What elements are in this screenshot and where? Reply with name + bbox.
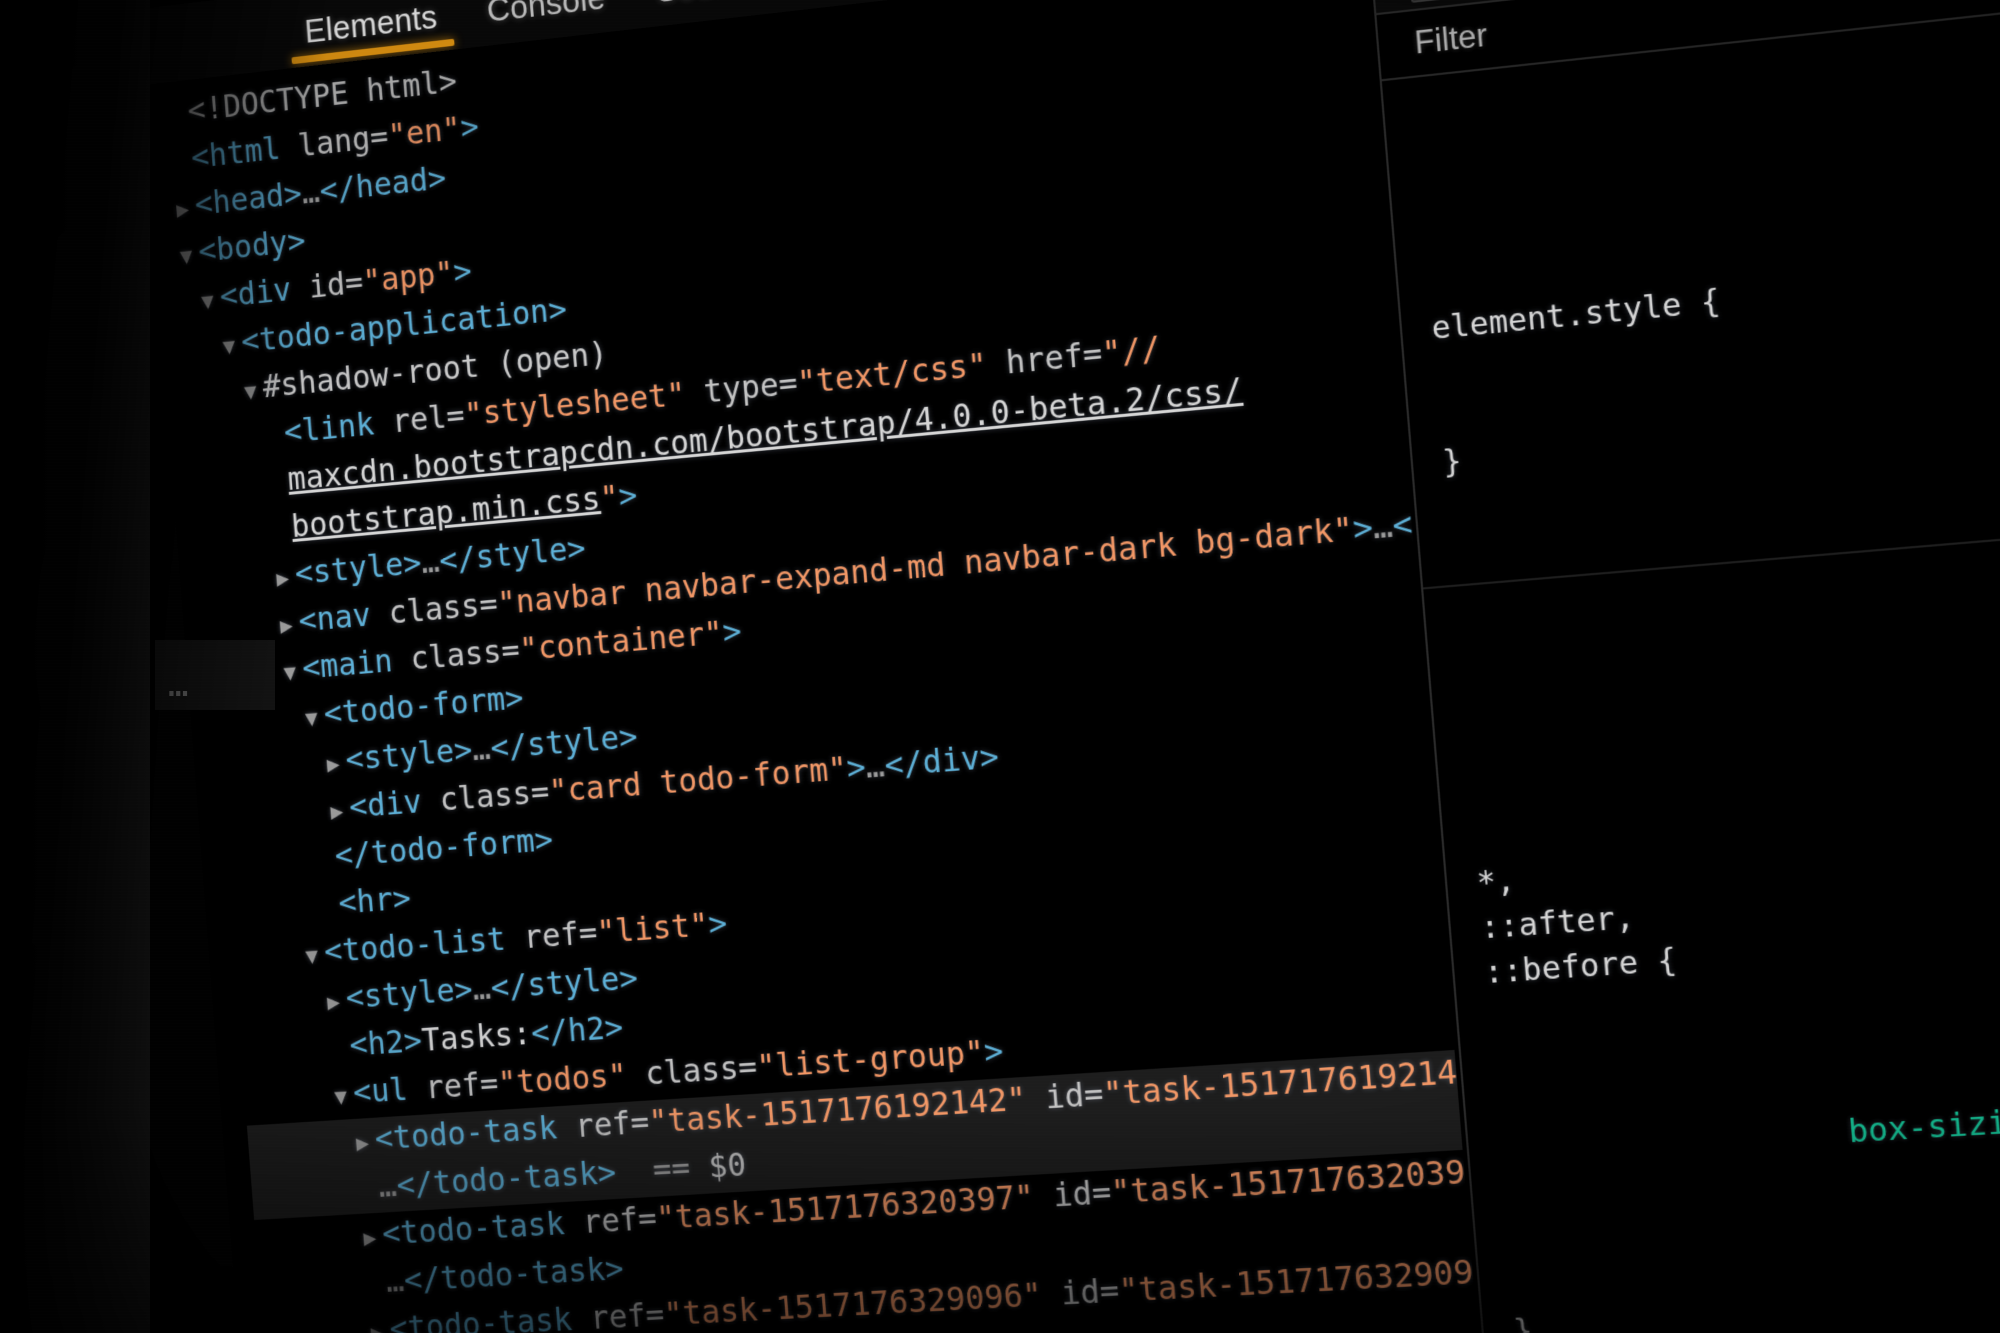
indent-spacer — [247, 1123, 357, 1165]
monitor-bezel-left — [0, 0, 150, 1333]
dom-token-attrn: id= — [1033, 1174, 1113, 1215]
css-rule-element-style[interactable]: element.style { } — [1393, 124, 2000, 589]
indent-spacer — [200, 511, 274, 553]
indent-spacer — [229, 887, 321, 929]
dom-token-tag: > — [459, 109, 480, 147]
monitor-screen: u ElementsConsoleSourcesApplicationNetwo… — [135, 0, 2000, 1333]
indent-spacer — [193, 417, 267, 459]
css-selector[interactable]: *, ::after, ::before { — [1475, 800, 2000, 996]
dom-token-tag: </todo-task> — [403, 1251, 625, 1299]
indent-spacer — [233, 936, 307, 976]
dom-token-attrn: ref= — [581, 1201, 658, 1241]
dom-token-tag: <main — [301, 642, 412, 687]
indent-spacer — [244, 1077, 336, 1118]
indent-spacer — [218, 744, 328, 788]
dom-token-tag: > — [707, 906, 728, 943]
dom-token-attrn: rel= — [391, 398, 466, 441]
indent-spacer — [254, 1218, 364, 1260]
dom-token-attrn: ref= — [589, 1297, 666, 1333]
devtools-window: ElementsConsoleSourcesApplicationNetwork… — [137, 0, 2000, 1333]
dom-token-val: "// — [1101, 330, 1162, 372]
dom-token-val: "app" — [362, 255, 455, 300]
css-rule-close: } — [1441, 362, 2000, 485]
dom-token-attrn: type= — [684, 365, 799, 412]
indent-spacer — [189, 372, 245, 412]
dom-token-attrn: class= — [625, 1049, 758, 1093]
dom-token-tag: <body> — [197, 223, 307, 270]
dom-token-attrn: ref= — [424, 1066, 500, 1106]
dom-token-txt: Tasks: — [420, 1016, 532, 1059]
dom-token-attrn: href= — [985, 336, 1103, 384]
dom-token-attrn: ref= — [522, 915, 598, 956]
dom-token-tag: </todo-task> — [395, 1155, 617, 1204]
dom-token-attrn: id= — [308, 265, 365, 306]
dom-token-val: "list" — [596, 907, 710, 951]
css-rule-reboot[interactable]: _reboot.s *, ::after, ::before { box-siz… — [1434, 654, 2000, 1333]
dom-token-tag: > — [983, 1033, 1005, 1071]
dom-token-attrn: class= — [409, 633, 521, 678]
dom-token-tag: <head> — [194, 176, 304, 223]
dom-token-tag: </h2> — [530, 1010, 625, 1052]
css-selector[interactable]: element.style { — [1430, 223, 2000, 351]
indent-spacer — [258, 1265, 368, 1306]
dom-token-tag: > — [452, 253, 473, 291]
styles-sidebar-pane[interactable]: StylesComputed Filter :hov .c element.st… — [1369, 0, 2000, 1333]
dom-token-tag: <style> — [294, 545, 423, 592]
elements-dom-pane[interactable]: <!DOCTYPE html><html lang="en"><head>…</… — [142, 0, 1488, 1333]
dom-token-tag: > — [617, 478, 638, 516]
indent-spacer — [222, 791, 332, 835]
ellipsis-marker: … — [168, 665, 193, 705]
dom-token-tag: <link — [283, 405, 394, 451]
dom-token-tag: <style> — [345, 972, 474, 1016]
css-rule-close: } — [1512, 1266, 2000, 1333]
indent-spacer — [240, 1029, 332, 1070]
dom-token-tag: <todo-task — [381, 1205, 584, 1252]
dom-token-tag: </div> — [883, 739, 1000, 784]
dom-token-tag: <todo-task — [374, 1109, 577, 1157]
dom-token-dollar: $0 — [707, 1147, 747, 1185]
dom-token-tag: </style> — [490, 960, 640, 1006]
indent-spacer — [197, 464, 271, 506]
dom-token-tag: <div — [219, 270, 311, 315]
indent-spacer — [204, 558, 278, 600]
dom-token-tag: <h2> — [348, 1023, 423, 1063]
dom-token-val: "list-group" — [756, 1035, 986, 1086]
dom-token-tag: > — [721, 614, 743, 652]
dom-token-attrn: class= — [387, 586, 499, 631]
dom-token-attrn: id= — [1040, 1273, 1120, 1314]
styles-rules-list[interactable]: element.style { } _reboot.s *, ::after, … — [1382, 0, 2000, 1333]
dom-token-tag: </head> — [318, 160, 447, 209]
dom-token-tag: <nav — [297, 596, 390, 639]
dom-token-tag: <todo-list — [323, 920, 525, 970]
indent-spacer — [251, 1170, 361, 1212]
dom-token-tag: <todo-task — [388, 1301, 591, 1333]
indent-spacer — [186, 327, 224, 366]
indent-spacer — [225, 840, 317, 882]
indent-spacer — [236, 982, 328, 1024]
dom-tree[interactable]: <!DOCTYPE html><html lang="en"><head>…</… — [142, 0, 1488, 1333]
dom-token-tag: </style> — [438, 531, 587, 580]
css-declaration[interactable]: box-sizing: border-box; — [1493, 1032, 2000, 1219]
dom-token-tag: </style> — [489, 719, 639, 767]
dom-token-val: "todos" — [497, 1058, 628, 1102]
dom-token-attrn: id= — [1025, 1076, 1105, 1118]
dom-token-tag: <style> — [344, 732, 473, 778]
css-property[interactable]: box-sizing — [1847, 1102, 2000, 1151]
photo-scene: u ElementsConsoleSourcesApplicationNetwo… — [0, 0, 2000, 1333]
dom-token-tag: <hr> — [337, 881, 412, 922]
dom-token-attrn: lang= — [297, 119, 390, 164]
dom-token-val: "en" — [387, 111, 462, 155]
dom-token-tag: <div — [348, 783, 441, 826]
dom-token-attrn: class= — [438, 774, 550, 818]
dom-token-attrn: ref= — [574, 1105, 651, 1146]
dom-token-tag: <html — [190, 129, 300, 176]
dom-token-eq: == — [615, 1149, 711, 1191]
dom-token-tag: <ul — [352, 1071, 427, 1111]
indent-spacer — [262, 1313, 372, 1333]
